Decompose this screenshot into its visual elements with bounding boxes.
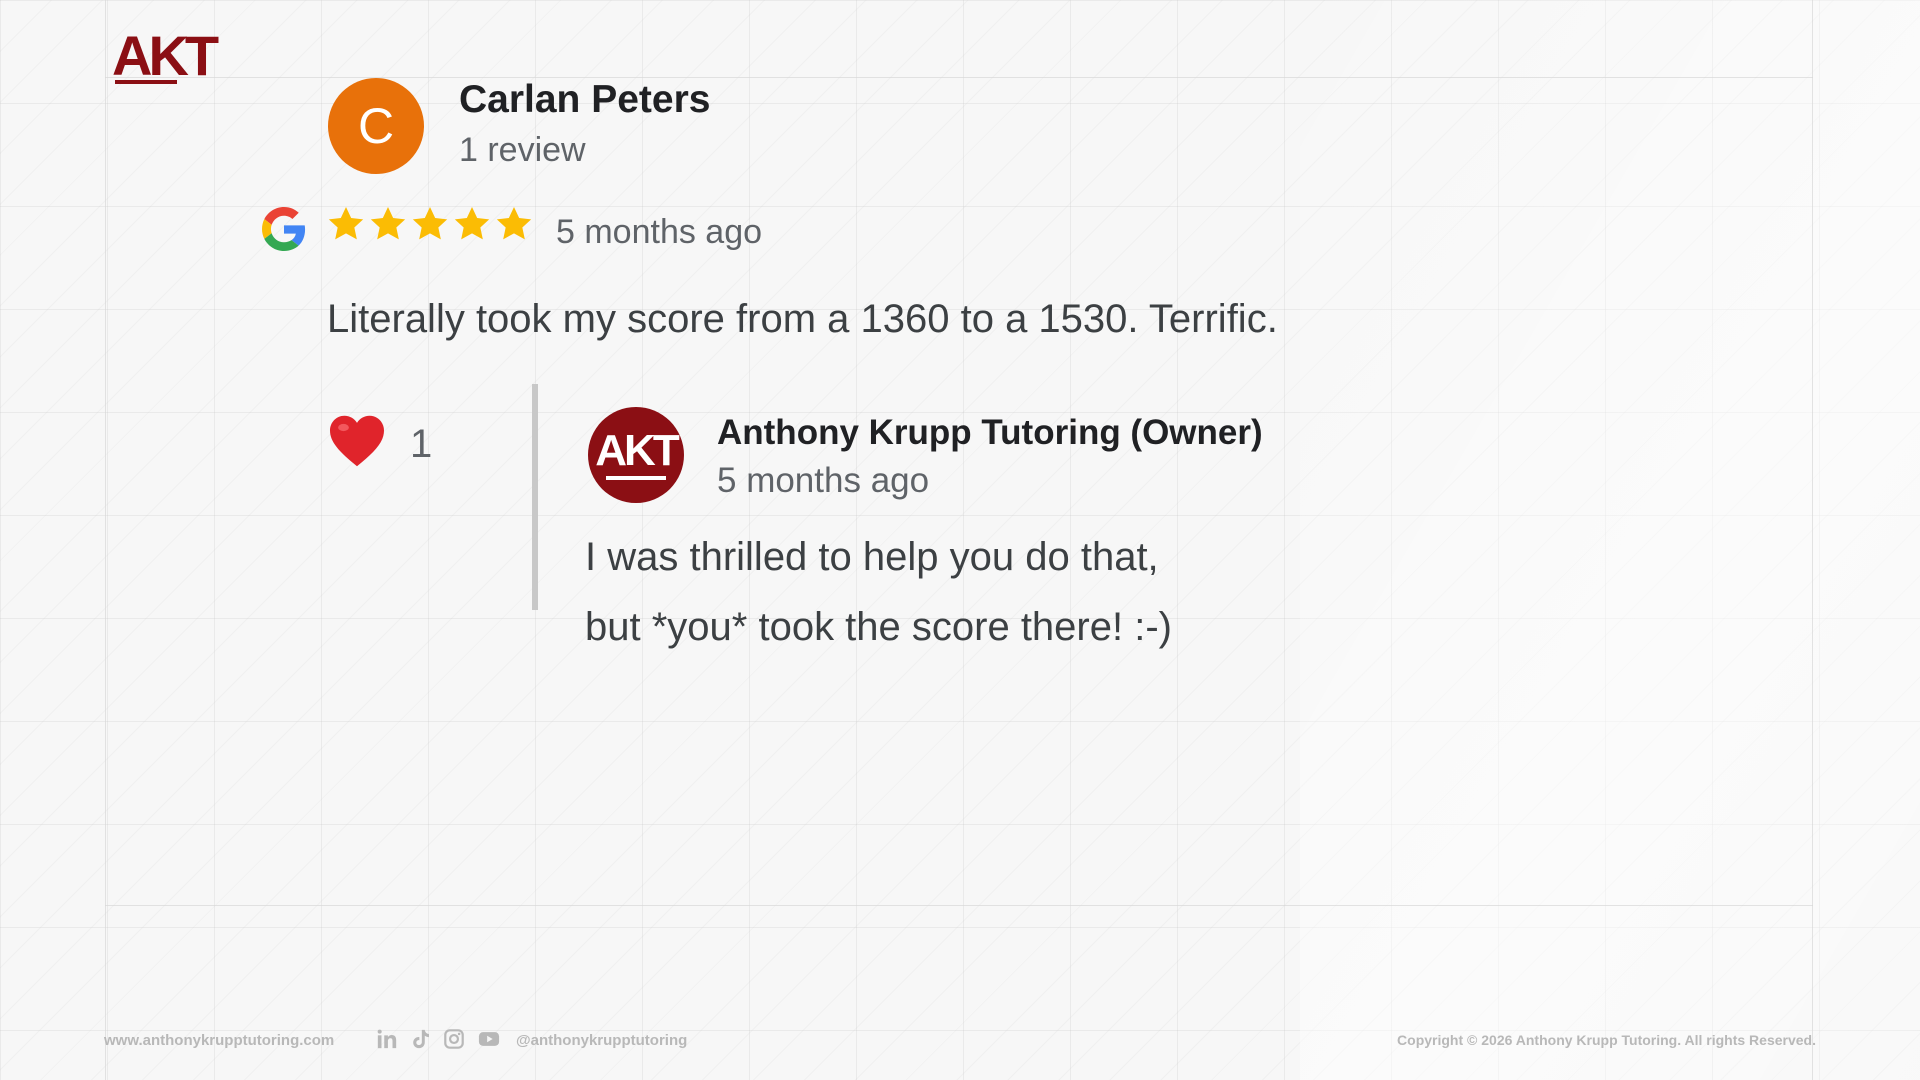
star-icon (496, 207, 532, 240)
star-icon (454, 207, 490, 240)
brand-logo: AKT (112, 24, 219, 87)
linkedin-icon[interactable] (376, 1028, 398, 1050)
frame-line-right (1812, 0, 1813, 1080)
footer-copyright: Copyright © 2026 Anthony Krupp Tutoring.… (1397, 1032, 1816, 1048)
reviewer-avatar[interactable]: C (328, 78, 424, 174)
footer-website[interactable]: www.anthonykrupptutoring.com (104, 1032, 334, 1049)
star-icon (370, 207, 406, 240)
tiktok-icon[interactable] (409, 1028, 431, 1050)
star-icon (328, 207, 364, 240)
review-text: Literally took my score from a 1360 to a… (327, 297, 1278, 341)
star-icon (412, 207, 448, 240)
background-glow (1300, 0, 1920, 1080)
owner-avatar[interactable]: AKT (588, 407, 684, 503)
heart-icon[interactable] (328, 414, 386, 468)
star-rating (326, 204, 534, 244)
frame-line-left (105, 0, 106, 1080)
like-count: 1 (410, 422, 433, 466)
instagram-icon[interactable] (443, 1028, 465, 1050)
youtube-icon[interactable] (478, 1028, 500, 1050)
reviewer-review-count: 1 review (459, 131, 586, 169)
owner-avatar-underline (606, 476, 666, 480)
owner-name[interactable]: Anthony Krupp Tutoring (Owner) (717, 413, 1263, 453)
owner-reply-time: 5 months ago (717, 461, 930, 500)
google-icon (262, 207, 306, 251)
frame-line-top (105, 77, 1813, 78)
reply-divider (532, 384, 538, 610)
owner-avatar-logo: AKT (595, 426, 679, 475)
frame-line-bottom (105, 905, 1813, 906)
reviewer-name[interactable]: Carlan Peters (459, 78, 710, 122)
brand-logo-underline (115, 80, 177, 84)
reply-text-line: but *you* took the score there! :-) (585, 605, 1172, 649)
review-time: 5 months ago (556, 213, 763, 251)
footer-social-handle[interactable]: @anthonykrupptutoring (516, 1032, 687, 1049)
reply-text-line: I was thrilled to help you do that, (585, 535, 1159, 579)
